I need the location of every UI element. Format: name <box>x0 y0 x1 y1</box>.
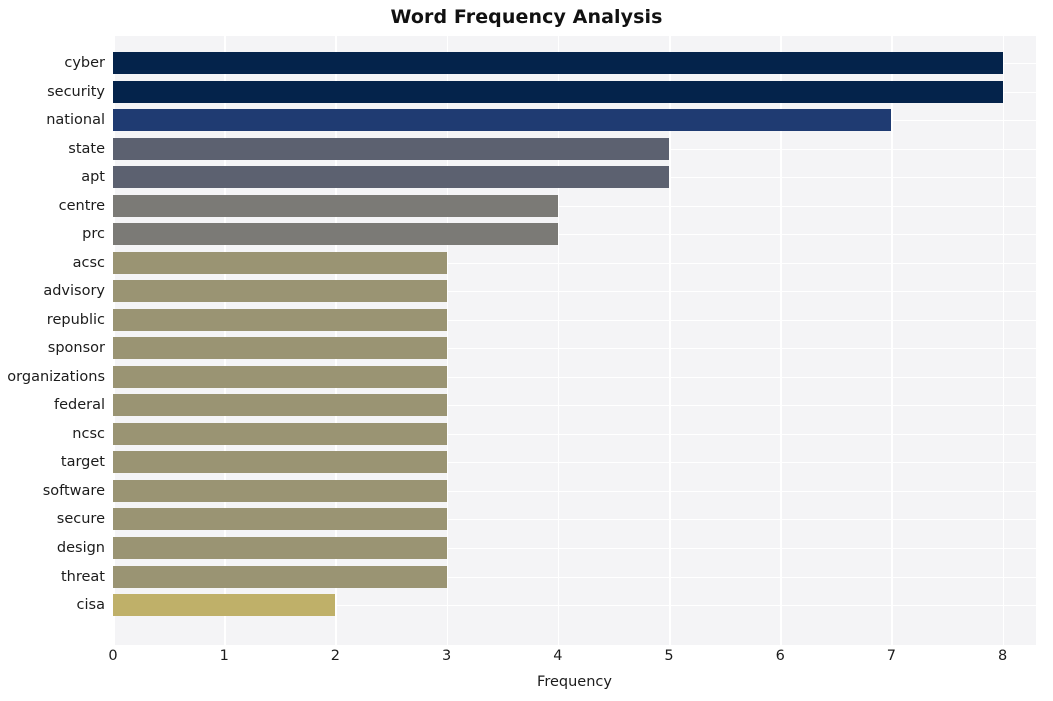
x-axis-tick-labels: 0 1 2 3 4 5 6 7 8 <box>0 648 1053 670</box>
y-axis-tick-label: national <box>46 112 105 129</box>
y-axis-tick-label: cyber <box>64 55 105 72</box>
y-axis-tick-label: organizations <box>7 368 105 385</box>
y-axis-tick-label: advisory <box>43 283 105 300</box>
x-axis-title: Frequency <box>537 674 612 690</box>
x-axis-tick-label: 1 <box>219 648 229 664</box>
y-axis-tick-label: security <box>47 83 105 100</box>
y-axis-tick-label: acsc <box>72 254 105 271</box>
y-axis-tick-label: prc <box>82 226 105 243</box>
x-axis-tick-label: 7 <box>886 648 897 664</box>
y-axis-tick-label: state <box>68 140 105 157</box>
y-axis-tick-label: republic <box>46 311 105 328</box>
y-axis-tick-label: centre <box>58 197 105 214</box>
x-axis-tick-label: 6 <box>775 648 785 664</box>
y-axis-tick-label: federal <box>53 397 105 414</box>
word-frequency-chart: Word Frequency Analysis cyber security nat… <box>0 0 1053 701</box>
y-axis-tick-label: sponsor <box>47 340 105 357</box>
y-axis-tick-label: target <box>60 454 105 471</box>
x-axis-tick-label: 3 <box>441 648 452 664</box>
y-axis-tick-label: software <box>42 482 105 499</box>
chart-title: Word Frequency Analysis <box>390 6 663 28</box>
y-axis-tick-label: cisa <box>76 597 105 614</box>
y-axis-tick-label: threat <box>60 568 105 585</box>
y-axis-tick-label: design <box>56 540 105 557</box>
y-axis-tick-labels: cyber security national state apt centre prc ac… <box>0 36 1053 645</box>
y-axis-tick-label: apt <box>81 169 105 186</box>
x-axis-tick-label: 2 <box>330 648 341 664</box>
x-axis-tick-label: 4 <box>553 648 563 664</box>
y-axis-tick-label: secure <box>56 511 105 528</box>
x-axis-tick-label: 5 <box>664 648 674 664</box>
y-axis-tick-label: ncsc <box>72 425 105 442</box>
x-axis-tick-label: 8 <box>998 648 1008 664</box>
x-axis-tick-label: 0 <box>108 648 118 664</box>
